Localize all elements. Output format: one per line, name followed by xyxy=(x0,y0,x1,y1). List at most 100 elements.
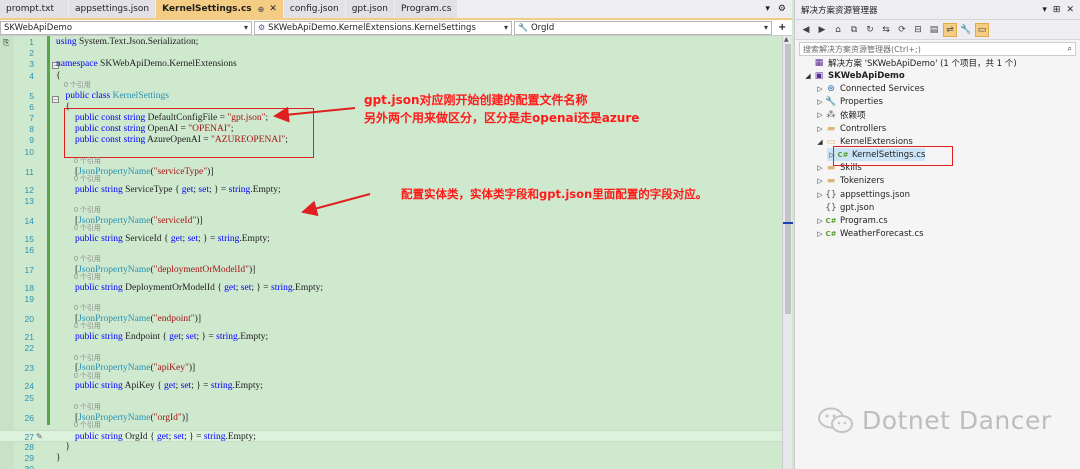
project-dropdown[interactable]: SKWebApiDemo ▾ xyxy=(0,20,252,35)
pending-changes-icon[interactable]: ⇆ xyxy=(879,23,893,37)
history-icon[interactable]: ↻ xyxy=(863,23,877,37)
code-line[interactable]: 1 using System.Text.Json.Serialization; xyxy=(0,36,782,48)
code-line[interactable]: 24 public string ApiKey { get; set; } = … xyxy=(0,380,782,392)
refresh-icon[interactable]: ⟳ xyxy=(895,23,909,37)
close-icon[interactable]: ✕ xyxy=(1066,5,1074,15)
tab-kernelsettings-cs[interactable]: KernelSettings.cs ⊕ ✕ xyxy=(156,0,283,18)
tree-item-weatherforecast-cs[interactable]: ▷ C# WeatherForecast.cs xyxy=(815,228,923,241)
code-line[interactable]: 4{ xyxy=(0,70,782,82)
code-line[interactable]: 3 namespace SKWebApiDemo.KernelExtensions xyxy=(0,58,782,70)
forward-icon[interactable]: ▶ xyxy=(815,23,829,37)
tab-config-json[interactable]: config.json xyxy=(283,0,345,18)
tree-item-program-cs[interactable]: ▷ C# Program.cs xyxy=(815,214,888,227)
code-line[interactable]: 8 public const string OpenAI = "OPENAI"; xyxy=(0,123,782,135)
code-line[interactable]: 28 } xyxy=(0,441,782,453)
editor-vertical-scrollbar[interactable]: ▲ xyxy=(782,36,793,469)
tree-item-appsettings-json[interactable]: ▷{} appsettings.json xyxy=(815,188,910,201)
tree-item-tokenizers[interactable]: ▷ ▬ Tokenizers xyxy=(815,175,884,188)
code-line[interactable]: 5 public class KernelSettings xyxy=(0,90,782,102)
collapsed-arrow-icon[interactable]: ▷ xyxy=(815,217,825,225)
tree-item-skwebapidemo[interactable]: ◢ ▣ SKWebApiDemo xyxy=(803,69,904,82)
collapsed-arrow-icon[interactable]: ▷ xyxy=(815,98,825,106)
collapsed-arrow-icon[interactable]: ▷ xyxy=(815,230,825,238)
search-icon[interactable]: ⌕ xyxy=(1068,44,1072,54)
code-line[interactable]: 19 xyxy=(0,293,782,305)
code-line[interactable]: 18 public string DeploymentOrModelId { g… xyxy=(0,282,782,294)
collapsed-arrow-icon[interactable]: ▷ xyxy=(815,111,825,119)
collapsed-arrow-icon[interactable]: ▷ xyxy=(815,125,825,133)
code-line[interactable]: 6 { xyxy=(0,101,782,113)
code-line[interactable]: 22 xyxy=(0,342,782,354)
tree-item-label: Program.cs xyxy=(840,215,888,226)
collapsed-arrow-icon[interactable]: ▷ xyxy=(815,164,825,172)
code-line[interactable]: 11 [JsonPropertyName("serviceType")] xyxy=(0,166,782,178)
code-line[interactable]: 20 [JsonPropertyName("endpoint")] xyxy=(0,313,782,325)
tab-gpt-json[interactable]: gpt.json xyxy=(345,0,394,18)
code-line[interactable]: 17 [JsonPropertyName("deploymentOrModelI… xyxy=(0,264,782,276)
show-all-files-icon[interactable]: ▤ xyxy=(927,23,941,37)
expanded-arrow-icon[interactable]: ◢ xyxy=(815,138,825,146)
code-text: public string ApiKey { get; set; } = str… xyxy=(75,381,263,392)
collapsed-arrow-icon[interactable]: ▷ xyxy=(815,191,825,199)
preview-selected-icon[interactable]: ▭ xyxy=(975,22,989,37)
tab-label: config.json xyxy=(289,4,339,14)
code-line[interactable]: 12 public string ServiceType { get; set;… xyxy=(0,184,782,196)
folder-icon: ▬ xyxy=(826,123,836,134)
line-number: 16 xyxy=(24,245,34,255)
json-file-icon: {} xyxy=(825,189,837,200)
code-line[interactable]: 23 [JsonPropertyName("apiKey")] xyxy=(0,362,782,374)
json-file-icon: {} xyxy=(825,202,837,213)
back-icon[interactable]: ◀ xyxy=(799,23,813,37)
code-line[interactable]: 15 public string ServiceId { get; set; }… xyxy=(0,233,782,245)
collapse-all-icon[interactable]: ⊟ xyxy=(911,23,925,37)
switch-views-icon[interactable]: ⧉ xyxy=(847,23,861,37)
code-text: { xyxy=(56,70,61,81)
tab-dropdown-icon[interactable]: ▾ xyxy=(765,4,770,14)
tab-program-cs[interactable]: Program.cs xyxy=(394,0,458,18)
split-window-icon[interactable]: + xyxy=(778,22,786,33)
code-text: using System.Text.Json.Serialization; xyxy=(56,37,199,47)
pin-tab-icon[interactable]: ⊕ xyxy=(258,5,265,14)
solution-explorer-search-input[interactable]: 搜索解决方案资源管理器(Ctrl+;) ⌕ xyxy=(799,42,1076,56)
settings-icon[interactable]: ⚙ xyxy=(778,4,786,14)
code-line[interactable]: 29} xyxy=(0,452,782,464)
class-dropdown[interactable]: ⚙ SKWebApiDemo.KernelExtensions.KernelSe… xyxy=(254,20,512,35)
tree-item-connected-services[interactable]: ▷ ⊛ Connected Services xyxy=(815,82,924,95)
tree-item-skwebapidemo-1-1[interactable]: ▦ 解决方案 'SKWebApiDemo' (1 个项目，共 1 个) xyxy=(803,56,1017,69)
code-line[interactable]: 30 xyxy=(0,463,782,469)
home-icon[interactable]: ⌂ xyxy=(831,23,845,37)
scrollbar-thumb[interactable] xyxy=(785,44,791,314)
properties-wrench-icon[interactable]: 🔧 xyxy=(959,23,973,37)
code-line[interactable]: 13 xyxy=(0,195,782,207)
code-line[interactable]: 10 xyxy=(0,146,782,158)
collapsed-arrow-icon[interactable]: ▷ xyxy=(815,177,825,185)
close-tab-icon[interactable]: ✕ xyxy=(269,4,277,14)
sync-with-active-document-icon[interactable]: ⇌ xyxy=(943,22,957,37)
wechat-icon xyxy=(818,407,853,433)
code-line[interactable]: 27 public string OrgId { get; set; } = s… xyxy=(0,429,782,442)
code-line[interactable]: 16 xyxy=(0,244,782,256)
tree-item-[interactable]: ▷ ⁂ 依赖项 xyxy=(815,109,865,122)
code-line[interactable]: 21 public string Endpoint { get; set; } … xyxy=(0,331,782,343)
code-line[interactable]: 14 [JsonPropertyName("serviceId")] xyxy=(0,215,782,227)
code-line[interactable]: 2 xyxy=(0,47,782,59)
code-editor[interactable]: ⎘ − − gpt.json对应刚开始创建的配置文件名称 另外两个用来做区分，区… xyxy=(0,36,782,469)
tree-item-controllers[interactable]: ▷ ▬ Controllers xyxy=(815,122,886,135)
code-line[interactable]: 25 xyxy=(0,392,782,404)
scroll-up-icon[interactable]: ▲ xyxy=(784,36,789,43)
code-line[interactable]: 26 [JsonPropertyName("orgId")] xyxy=(0,412,782,424)
code-line[interactable]: 9 public const string AzureOpenAI = "AZU… xyxy=(0,134,782,146)
tab-appsettings-json[interactable]: appsettings.json xyxy=(69,0,156,18)
line-number: 24 xyxy=(24,381,34,392)
window-position-icon[interactable]: ▾ xyxy=(1042,5,1047,15)
code-line[interactable]: 7 public const string DefaultConfigFile … xyxy=(0,112,782,124)
pin-icon[interactable]: ⊞ xyxy=(1053,5,1061,15)
tree-item-gpt-json[interactable]: {} gpt.json xyxy=(815,201,874,214)
tree-item-properties[interactable]: ▷ 🔧 Properties xyxy=(815,96,883,109)
collapsed-arrow-icon[interactable]: ▷ xyxy=(815,85,825,93)
expanded-arrow-icon[interactable]: ◢ xyxy=(803,72,813,80)
tab-prompt-txt[interactable]: prompt.txt xyxy=(0,0,68,18)
line-number: 10 xyxy=(24,146,34,157)
csharp-file-icon: C# xyxy=(825,230,837,239)
member-dropdown[interactable]: 🔧 OrgId ▾ xyxy=(514,20,772,35)
